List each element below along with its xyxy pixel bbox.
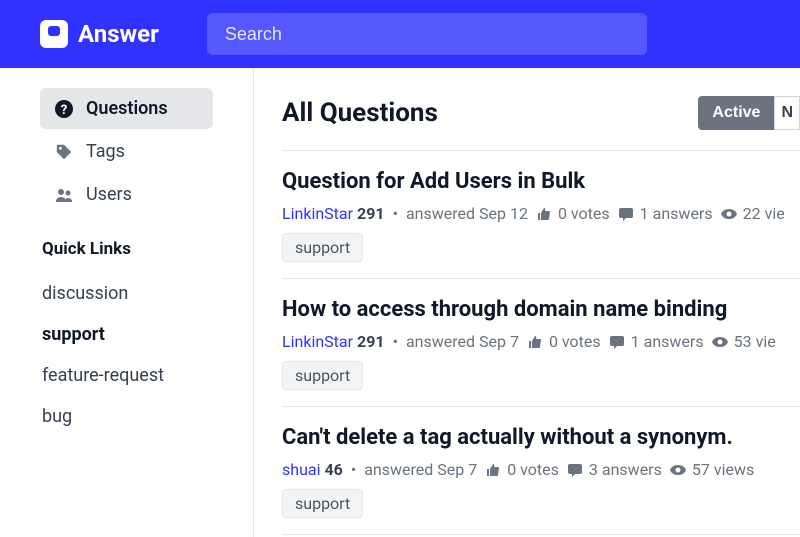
- views-stat: 22 vie: [721, 204, 785, 223]
- filter-active[interactable]: Active: [698, 96, 774, 130]
- answer-logo-icon: [40, 20, 68, 48]
- user-reputation: 46: [324, 460, 342, 479]
- nav-questions[interactable]: ? Questions: [40, 88, 213, 129]
- sidebar: ? Questions Tags Users Quick Links discu…: [0, 68, 254, 537]
- question-item: Can't delete a tag actually without a sy…: [282, 407, 800, 535]
- quick-link-feature-request[interactable]: feature-request: [40, 355, 213, 396]
- votes-stat: 0 votes: [527, 332, 601, 351]
- question-action: answered Sep 12: [406, 204, 528, 223]
- question-meta: LinkinStar 291 • answered Sep 12 0 votes…: [282, 204, 800, 223]
- question-user[interactable]: LinkinStar: [282, 204, 353, 223]
- question-list: Question for Add Users in Bulk LinkinSta…: [282, 150, 800, 535]
- question-action: answered Sep 7: [364, 460, 477, 479]
- brand-name: Answer: [78, 20, 159, 48]
- quick-links-heading: Quick Links: [40, 239, 213, 259]
- page-title: All Questions: [282, 98, 438, 128]
- question-item: How to access through domain name bindin…: [282, 279, 800, 407]
- question-title[interactable]: How to access through domain name bindin…: [282, 297, 800, 322]
- tag-icon: [54, 142, 74, 162]
- search-input[interactable]: [207, 13, 647, 55]
- votes-stat: 0 votes: [485, 460, 559, 479]
- nav-users[interactable]: Users: [40, 174, 213, 215]
- answers-stat: 1 answers: [609, 332, 704, 351]
- votes-stat: 0 votes: [536, 204, 610, 223]
- question-tag[interactable]: support: [282, 361, 363, 390]
- question-title[interactable]: Question for Add Users in Bulk: [282, 169, 800, 194]
- user-reputation: 291: [357, 204, 385, 223]
- thumbs-up-icon: [536, 206, 552, 222]
- user-reputation: 291: [357, 332, 385, 351]
- main-content: All Questions Active N Question for Add …: [254, 68, 800, 537]
- nav-label: Questions: [86, 98, 168, 119]
- svg-text:?: ?: [61, 103, 67, 118]
- nav-label: Tags: [86, 141, 125, 162]
- quick-link-support[interactable]: support: [40, 314, 213, 355]
- quick-link-bug[interactable]: bug: [40, 396, 213, 437]
- thumbs-up-icon: [527, 334, 543, 350]
- answers-stat: 1 answers: [618, 204, 713, 223]
- filter-next[interactable]: N: [774, 96, 800, 130]
- meta-separator: •: [393, 204, 398, 223]
- question-tag[interactable]: support: [282, 233, 363, 262]
- eye-icon: [721, 206, 737, 222]
- views-stat: 53 vie: [712, 332, 776, 351]
- question-tag[interactable]: support: [282, 489, 363, 518]
- quick-link-discussion[interactable]: discussion: [40, 273, 213, 314]
- views-stat: 57 views: [670, 460, 754, 479]
- meta-separator: •: [393, 332, 398, 351]
- question-circle-icon: ?: [54, 99, 74, 119]
- question-user[interactable]: shuai: [282, 460, 320, 479]
- app-header: Answer: [0, 0, 800, 68]
- question-meta: shuai 46 • answered Sep 7 0 votes 3 answ…: [282, 460, 800, 479]
- users-icon: [54, 185, 74, 205]
- answers-stat: 3 answers: [567, 460, 662, 479]
- eye-icon: [712, 334, 728, 350]
- question-action: answered Sep 7: [406, 332, 519, 351]
- question-title[interactable]: Can't delete a tag actually without a sy…: [282, 425, 800, 450]
- chat-icon: [618, 206, 634, 222]
- meta-separator: •: [351, 460, 356, 479]
- chat-icon: [609, 334, 625, 350]
- nav-label: Users: [86, 184, 132, 205]
- eye-icon: [670, 462, 686, 478]
- chat-icon: [567, 462, 583, 478]
- nav-tags[interactable]: Tags: [40, 131, 213, 172]
- question-user[interactable]: LinkinStar: [282, 332, 353, 351]
- question-meta: LinkinStar 291 • answered Sep 7 0 votes …: [282, 332, 800, 351]
- logo[interactable]: Answer: [40, 20, 159, 48]
- question-item: Question for Add Users in Bulk LinkinSta…: [282, 151, 800, 279]
- thumbs-up-icon: [485, 462, 501, 478]
- filter-tabs: Active N: [698, 96, 800, 130]
